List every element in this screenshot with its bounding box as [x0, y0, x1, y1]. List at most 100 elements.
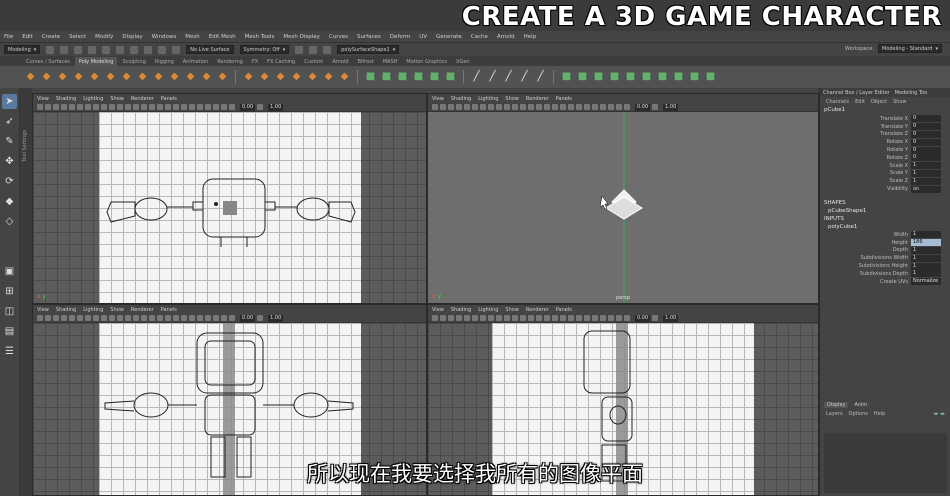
- textured-icon[interactable]: [552, 104, 558, 110]
- menu-display[interactable]: Display: [122, 34, 142, 40]
- menu-arnold[interactable]: Arnold: [497, 34, 515, 40]
- image-plane-icon[interactable]: [61, 104, 67, 110]
- wireframe-icon[interactable]: [536, 315, 542, 321]
- camera-map-icon[interactable]: ■: [640, 71, 653, 84]
- lights-icon[interactable]: [560, 315, 566, 321]
- viewport-menu-renderer[interactable]: Renderer: [131, 96, 154, 102]
- 2d-pan-icon[interactable]: [69, 315, 75, 321]
- 2d-pan-icon[interactable]: [464, 315, 470, 321]
- dof-icon[interactable]: [592, 315, 598, 321]
- shelf-tab-fx[interactable]: FX: [248, 57, 262, 66]
- xray-components-icon[interactable]: [624, 315, 630, 321]
- input-node-name[interactable]: polyCube1: [820, 223, 950, 231]
- platonic-icon[interactable]: ◆: [136, 71, 149, 84]
- safe-action-icon[interactable]: [520, 315, 526, 321]
- lights-icon[interactable]: [165, 315, 171, 321]
- boolean-icon[interactable]: ◆: [338, 71, 351, 84]
- grid-icon[interactable]: [85, 104, 91, 110]
- safe-action-icon[interactable]: [125, 104, 131, 110]
- channel-value-field[interactable]: 0: [911, 115, 941, 123]
- viewport-menu-lighting[interactable]: Lighting: [83, 307, 103, 313]
- resolution-gate-icon[interactable]: [101, 315, 107, 321]
- channel-row[interactable]: Visibility on: [820, 185, 950, 193]
- menu-set-dropdown[interactable]: Modeling ▾: [4, 45, 41, 54]
- viewport-top-right[interactable]: View Shading Lighting Show Renderer Pane…: [427, 93, 819, 304]
- paint-select-tool-icon[interactable]: ✎: [2, 134, 17, 149]
- workspace-dropdown[interactable]: Modeling - Standard ▾: [878, 44, 942, 53]
- gamma-field[interactable]: 1.00: [268, 103, 284, 111]
- viewport-menu-renderer[interactable]: Renderer: [131, 307, 154, 313]
- tab-anim-layers[interactable]: Anim: [854, 402, 867, 408]
- shelf-tab-rigging[interactable]: Rigging: [151, 57, 178, 66]
- channel-value-field[interactable]: 1: [911, 169, 941, 177]
- channel-value-field[interactable]: 0: [911, 154, 941, 162]
- smooth-icon[interactable]: ◆: [322, 71, 335, 84]
- field-chart-icon[interactable]: [117, 315, 123, 321]
- resolution-gate-icon[interactable]: [496, 315, 502, 321]
- ao-icon[interactable]: [576, 104, 582, 110]
- selected-object-name[interactable]: pCube1: [820, 106, 950, 115]
- textured-icon[interactable]: [157, 315, 163, 321]
- layer-buttons-icon[interactable]: ◂▸ ◂▸: [933, 411, 945, 417]
- channel-value-field[interactable]: 1: [911, 177, 941, 185]
- grease-pencil-icon[interactable]: [472, 104, 478, 110]
- channel-label[interactable]: Translate Z: [820, 131, 911, 137]
- viewport-canvas[interactable]: x y: [33, 112, 426, 303]
- viewport-menu-view[interactable]: View: [432, 307, 444, 313]
- outliner-layout-icon[interactable]: ☰: [2, 344, 17, 359]
- select-component-icon[interactable]: [130, 45, 139, 54]
- grease-pencil-icon[interactable]: [472, 315, 478, 321]
- four-view-layout-icon[interactable]: ⊞: [2, 284, 17, 299]
- grease-pencil-icon[interactable]: [77, 315, 83, 321]
- xray-joints-icon[interactable]: [616, 315, 622, 321]
- viewport-menu-show[interactable]: Show: [505, 96, 519, 102]
- combine-icon[interactable]: ◆: [274, 71, 287, 84]
- gate-mask-icon[interactable]: [109, 315, 115, 321]
- channel-label[interactable]: Depth: [820, 247, 911, 253]
- viewport-menu-shading[interactable]: Shading: [451, 96, 471, 102]
- channel-label[interactable]: Width: [820, 232, 911, 238]
- bookmark-icon[interactable]: [53, 315, 59, 321]
- channel-value-field[interactable]: 0: [911, 130, 941, 138]
- channel-label[interactable]: Rotate Z: [820, 155, 911, 161]
- menu-mesh[interactable]: Mesh: [185, 34, 199, 40]
- channel-value-field[interactable]: on: [911, 185, 941, 193]
- gate-mask-icon[interactable]: [504, 315, 510, 321]
- aa-icon[interactable]: [189, 315, 195, 321]
- unfold-icon[interactable]: ■: [672, 71, 685, 84]
- shelf-tab-bifrost[interactable]: Bifrost: [354, 57, 378, 66]
- extrude-icon[interactable]: ■: [396, 71, 409, 84]
- resolution-gate-icon[interactable]: [496, 104, 502, 110]
- channel-row[interactable]: Scale Z1: [820, 177, 950, 185]
- channel-row[interactable]: Rotate X0: [820, 138, 950, 146]
- open-scene-icon[interactable]: [46, 45, 55, 54]
- film-gate-icon[interactable]: [93, 315, 99, 321]
- channel-value-field[interactable]: 1: [911, 246, 941, 254]
- shelf-tab-xgen[interactable]: XGen: [452, 57, 474, 66]
- shadows-icon[interactable]: [173, 315, 179, 321]
- auto-map-icon[interactable]: ■: [592, 71, 605, 84]
- multi-cut-icon[interactable]: ╱: [486, 71, 499, 84]
- camera-icon[interactable]: [432, 104, 438, 110]
- cut-uv-icon[interactable]: ■: [688, 71, 701, 84]
- gamma-field[interactable]: 1.00: [663, 103, 679, 111]
- image-plane-icon[interactable]: [456, 315, 462, 321]
- wireframe-icon[interactable]: [536, 104, 542, 110]
- lasso-tool-icon[interactable]: ➶: [2, 114, 17, 129]
- color-space-icon[interactable]: [652, 315, 659, 321]
- smooth-shade-icon[interactable]: [544, 315, 550, 321]
- film-gate-icon[interactable]: [93, 104, 99, 110]
- menu-channels[interactable]: Channels: [826, 99, 849, 105]
- viewport-menu-show[interactable]: Show: [110, 307, 124, 313]
- shelf-tab-animation[interactable]: Animation: [179, 57, 213, 66]
- xray-icon[interactable]: [608, 104, 614, 110]
- lights-icon[interactable]: [560, 104, 566, 110]
- fill-hole-icon[interactable]: ■: [428, 71, 441, 84]
- menu-object[interactable]: Object: [871, 99, 887, 105]
- bridge-icon[interactable]: ■: [380, 71, 393, 84]
- textured-icon[interactable]: [157, 104, 163, 110]
- gate-mask-icon[interactable]: [504, 104, 510, 110]
- channel-value-field[interactable]: 1: [911, 162, 941, 170]
- menu-show[interactable]: Show: [893, 99, 907, 105]
- ipr-render-icon[interactable]: [309, 45, 318, 54]
